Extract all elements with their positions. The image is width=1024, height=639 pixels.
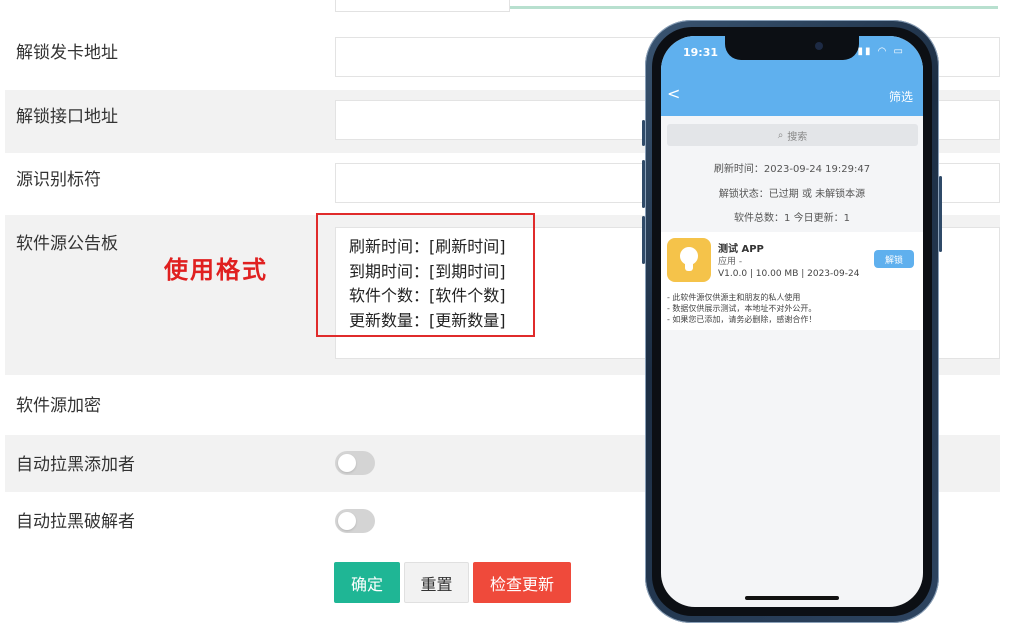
source-identifier-label: 源识别标符 — [16, 170, 101, 190]
format-line-expiry: 到期时间：[到期时间] — [349, 261, 506, 281]
app-name: 测试 APP — [718, 244, 764, 255]
phone-volume-down — [642, 216, 645, 264]
camera-icon — [815, 42, 823, 50]
unlock-card-url-label: 解锁发卡地址 — [16, 43, 118, 63]
app-type: 应用 - — [718, 257, 743, 267]
toggle-knob — [338, 512, 356, 530]
search-icon: ⌕ — [777, 129, 784, 141]
format-line-updates: 更新数量：[更新数量] — [349, 310, 506, 330]
status-time: 19:31 — [683, 46, 719, 59]
toggle-knob — [338, 454, 356, 472]
confirm-button[interactable]: 确定 — [334, 562, 400, 603]
previous-field-input[interactable] — [335, 0, 510, 12]
note-line: - 如果您已添加，请务必删除，感谢合作！ — [667, 315, 817, 324]
top-strip — [0, 0, 1024, 14]
signal-wifi-battery-icon: ▮▮ ◠ ▭ — [857, 46, 905, 57]
counts-text: 软件总数：1 今日更新：1 — [734, 213, 850, 224]
phone-volume-up — [642, 160, 645, 208]
phone-mockup: 19:31 ▮▮ ◠ ▭ < 筛选 ⌕ 搜索 刷新时间：2023-09-24 1… — [642, 20, 942, 623]
search-placeholder: 搜索 — [787, 131, 808, 143]
app-card[interactable]: 测试 APP 应用 - V1.0.0 | 10.00 MB | 2023-09-… — [661, 232, 923, 330]
top-accent-line — [510, 6, 998, 9]
announcement-board-label: 软件源公告板 — [16, 234, 118, 254]
usage-format-title: 使用格式 — [164, 256, 268, 284]
auto-block-adder-label: 自动拉黑添加者 — [16, 455, 135, 475]
unlock-status-text: 解锁状态：已过期 或 未解锁本源 — [718, 189, 866, 200]
refresh-time-text: 刷新时间：2023-09-24 19:29:47 — [713, 164, 871, 175]
unlock-button[interactable]: 解锁 — [874, 250, 914, 268]
note-line: - 此软件源仅供源主和朋友的私人使用 — [667, 293, 801, 302]
phone-power-button — [939, 176, 942, 252]
check-update-button[interactable]: 检查更新 — [473, 562, 571, 603]
filter-button[interactable]: 筛选 — [889, 88, 913, 105]
nav-bar: < 筛选 — [661, 76, 923, 116]
app-meta: V1.0.0 | 10.00 MB | 2023-09-24 — [718, 269, 860, 279]
phone-screen: 19:31 ▮▮ ◠ ▭ < 筛选 ⌕ 搜索 刷新时间：2023-09-24 1… — [661, 36, 923, 607]
auto-block-cracker-label: 自动拉黑破解者 — [16, 512, 135, 532]
back-chevron-icon[interactable]: < — [667, 84, 680, 103]
format-line-count: 软件个数：[软件个数] — [349, 286, 506, 305]
lightbulb-icon — [667, 238, 711, 282]
search-bar[interactable]: ⌕ 搜索 — [667, 124, 918, 146]
auto-block-cracker-toggle[interactable] — [335, 509, 375, 533]
phone-notch — [725, 36, 859, 60]
source-notes: - 此软件源仅供源主和朋友的私人使用 - 数据仅供展示测试，本地址不对外公开。 … — [667, 292, 816, 325]
usage-format-box: 刷新时间：[刷新时间] 到期时间：[到期时间] 软件个数：[软件个数] 更新数量… — [316, 213, 535, 337]
phone-silent-switch — [642, 120, 645, 146]
note-line: - 数据仅供展示测试，本地址不对外公开。 — [667, 304, 817, 313]
home-indicator — [745, 596, 839, 600]
format-line-refresh: 刷新时间：[刷新时间] — [349, 237, 506, 256]
auto-block-adder-toggle[interactable] — [335, 451, 375, 475]
unlock-api-url-label: 解锁接口地址 — [16, 107, 118, 127]
source-encryption-label: 软件源加密 — [16, 396, 101, 416]
reset-button[interactable]: 重置 — [404, 562, 469, 603]
